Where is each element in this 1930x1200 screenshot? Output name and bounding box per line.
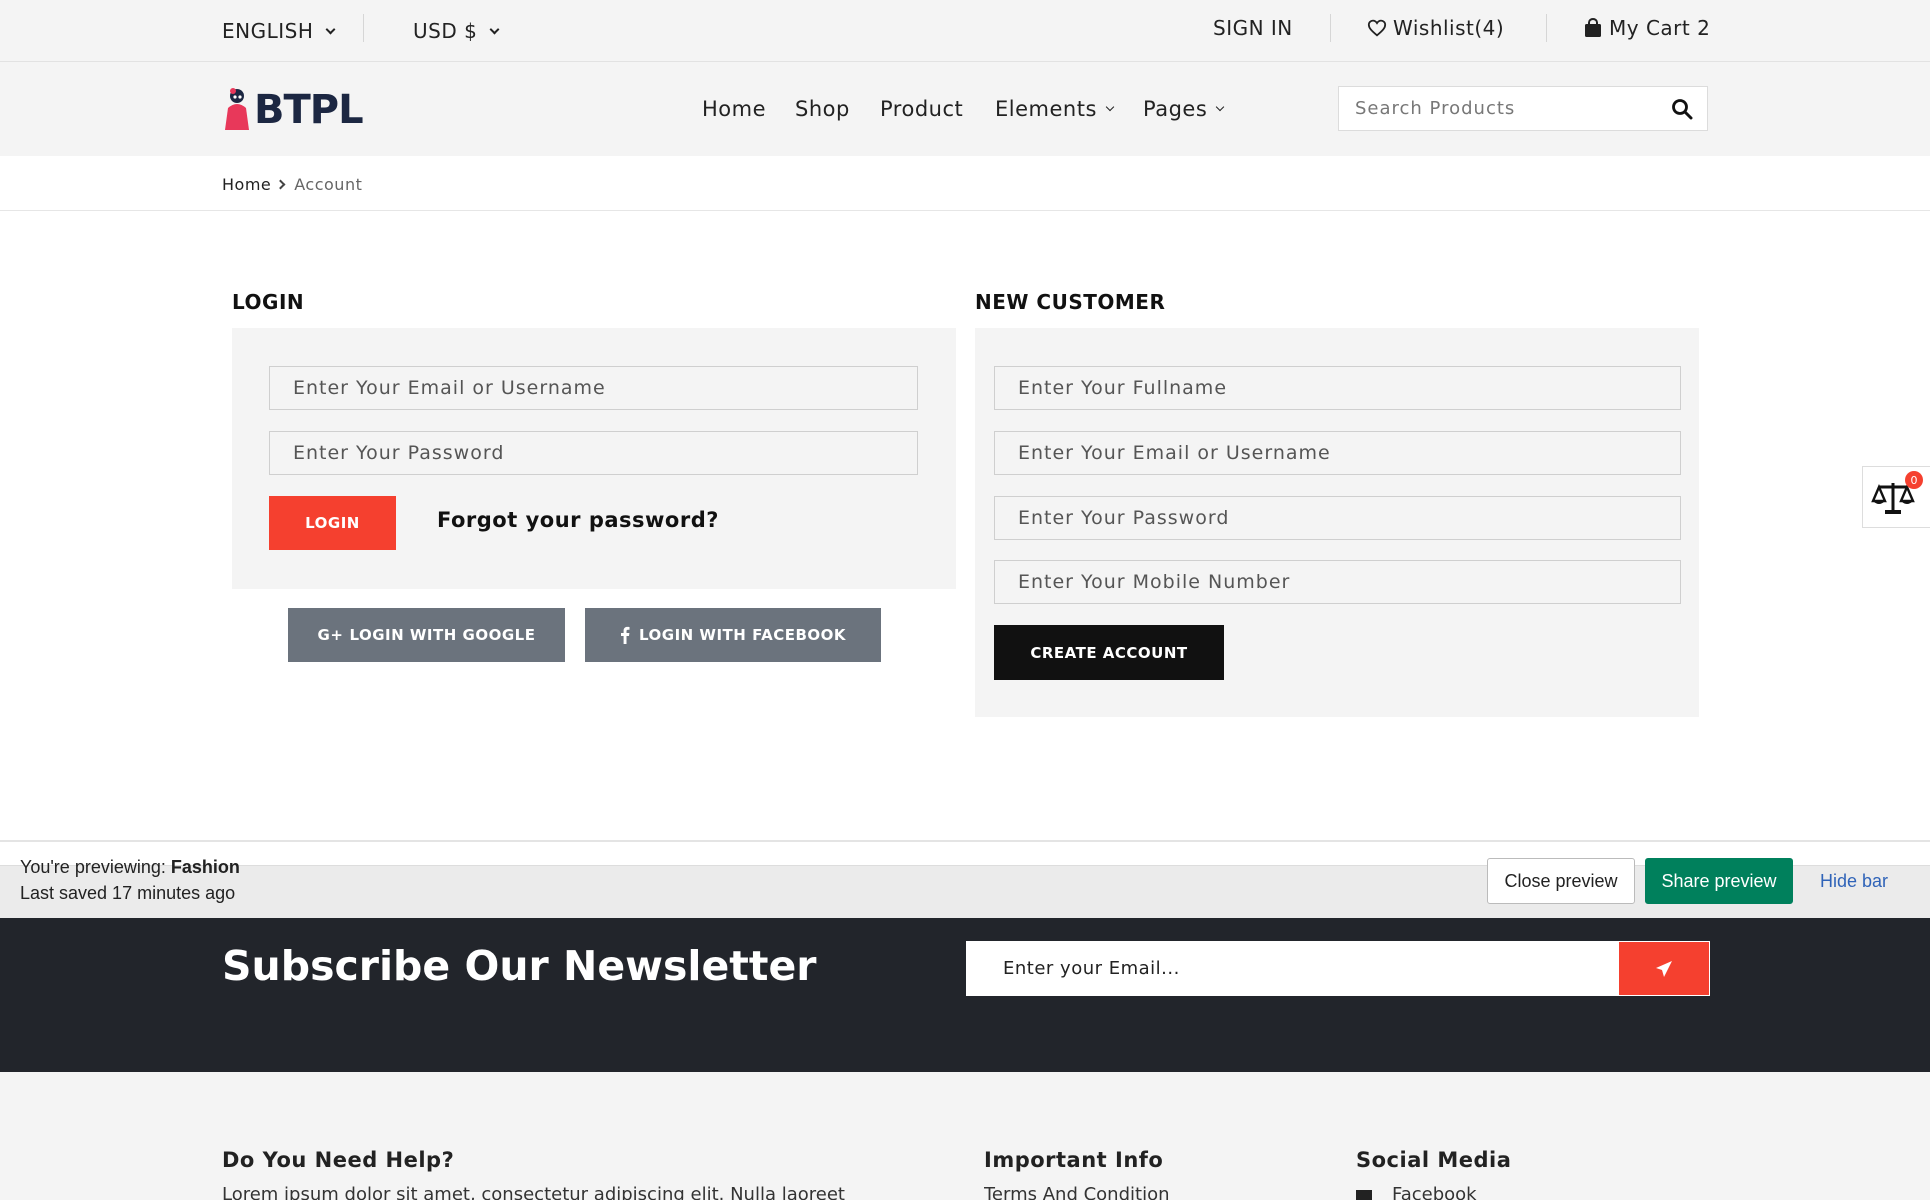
currency-selector[interactable]: USD $ xyxy=(413,0,500,62)
preview-info: You're previewing: Fashion xyxy=(20,857,240,878)
shopping-bag-icon xyxy=(1585,18,1601,37)
login-email-input[interactable] xyxy=(270,367,917,409)
top-bar: ENGLISH USD $ SIGN IN Wishlist(4) My Car… xyxy=(0,0,1930,62)
login-email-field xyxy=(269,366,918,410)
chevron-down-icon xyxy=(1105,102,1115,112)
compare-count-badge: 0 xyxy=(1905,471,1923,489)
register-email-field xyxy=(994,431,1681,475)
chevron-down-icon xyxy=(1216,102,1225,112)
cart-link[interactable]: My Cart 2 xyxy=(1584,0,1710,59)
breadcrumb-home[interactable]: Home xyxy=(222,175,271,194)
login-button[interactable]: LOGIN xyxy=(269,496,396,550)
search-icon[interactable] xyxy=(1671,98,1693,120)
register-mobile-input[interactable] xyxy=(995,561,1680,603)
google-plus-icon: G+ xyxy=(317,626,344,644)
nav-pages[interactable]: Pages xyxy=(1143,92,1225,126)
footer-facebook-link[interactable]: Facebook xyxy=(1356,1184,1536,1200)
login-title: LOGIN xyxy=(232,290,305,314)
newsletter-form xyxy=(966,941,1710,996)
preview-theme-name: Fashion xyxy=(170,857,240,877)
divider xyxy=(0,210,1930,211)
footer xyxy=(0,1072,1930,1200)
nav-elements[interactable]: Elements xyxy=(995,92,1115,126)
breadcrumb: Home Account xyxy=(222,172,362,196)
previewing-label: You're previewing: xyxy=(20,857,171,877)
search-box xyxy=(1338,86,1708,131)
divider xyxy=(0,840,1930,842)
footer-help-title: Do You Need Help? xyxy=(222,1148,455,1172)
language-selector[interactable]: ENGLISH xyxy=(222,0,336,62)
heart-icon xyxy=(1367,19,1387,37)
login-password-field xyxy=(269,431,918,475)
paper-plane-icon xyxy=(1656,960,1672,977)
register-fullname-input[interactable] xyxy=(995,367,1680,409)
new-customer-title: NEW CUSTOMER xyxy=(975,290,1166,314)
sign-in-label: SIGN IN xyxy=(1213,16,1293,40)
search-input[interactable] xyxy=(1339,98,1659,119)
footer-facebook-label: Facebook xyxy=(1392,1184,1477,1200)
logo-text: BTPL xyxy=(254,87,364,133)
newsletter-submit-button[interactable] xyxy=(1619,942,1709,995)
newsletter-email-input[interactable] xyxy=(967,942,1619,995)
share-preview-button[interactable]: Share preview xyxy=(1645,858,1793,904)
login-facebook-label: LOGIN WITH FACEBOOK xyxy=(638,626,847,644)
hide-bar-link[interactable]: Hide bar xyxy=(1812,858,1896,904)
nav-pages-label: Pages xyxy=(1143,97,1208,121)
footer-info-title: Important Info xyxy=(984,1148,1164,1172)
wishlist-label: Wishlist(4) xyxy=(1393,16,1505,40)
newsletter-title: Subscribe Our Newsletter xyxy=(222,942,817,990)
wishlist-link[interactable]: Wishlist(4) xyxy=(1367,0,1504,59)
last-saved-text: Last saved 17 minutes ago xyxy=(20,883,236,903)
chevron-down-icon xyxy=(325,24,336,34)
divider xyxy=(1546,14,1547,42)
nav-home[interactable]: Home xyxy=(702,92,766,126)
login-google-button[interactable]: G+ LOGIN WITH GOOGLE xyxy=(288,608,565,662)
register-fullname-field xyxy=(994,366,1681,410)
breadcrumb-current: Account xyxy=(294,174,363,194)
create-account-button[interactable]: CREATE ACCOUNT xyxy=(994,625,1224,680)
register-mobile-field xyxy=(994,560,1681,604)
language-label: ENGLISH xyxy=(222,19,314,43)
login-password-input[interactable] xyxy=(270,432,917,474)
forgot-password-link[interactable]: Forgot your password? xyxy=(437,508,719,536)
chevron-down-icon xyxy=(489,24,500,34)
login-facebook-button[interactable]: LOGIN WITH FACEBOOK xyxy=(585,608,881,662)
facebook-square-icon xyxy=(1356,1190,1372,1200)
login-google-label: LOGIN WITH GOOGLE xyxy=(349,626,536,644)
divider xyxy=(1330,14,1331,42)
divider xyxy=(363,14,364,42)
facebook-icon xyxy=(620,626,630,644)
footer-help-text: Lorem ipsum dolor sit amet, consectetur … xyxy=(222,1184,845,1200)
site-logo[interactable]: BTPL xyxy=(222,84,364,136)
nav-elements-label: Elements xyxy=(995,97,1097,121)
sign-in-link[interactable]: SIGN IN xyxy=(1213,0,1293,59)
compare-widget[interactable]: 0 xyxy=(1862,466,1930,528)
cart-label: My Cart 2 xyxy=(1609,16,1711,40)
footer-social-title: Social Media xyxy=(1356,1148,1512,1172)
chevron-right-icon xyxy=(275,179,286,189)
logo-mascot-icon xyxy=(225,88,249,130)
close-preview-button[interactable]: Close preview xyxy=(1487,858,1635,904)
register-email-input[interactable] xyxy=(995,432,1680,474)
currency-label: USD $ xyxy=(413,19,478,43)
register-password-input[interactable] xyxy=(995,497,1680,539)
nav-shop[interactable]: Shop xyxy=(795,92,850,126)
nav-product[interactable]: Product xyxy=(880,92,963,126)
preview-bar xyxy=(0,865,1930,918)
register-password-field xyxy=(994,496,1681,540)
footer-terms-link[interactable]: Terms And Condition xyxy=(984,1184,1204,1200)
